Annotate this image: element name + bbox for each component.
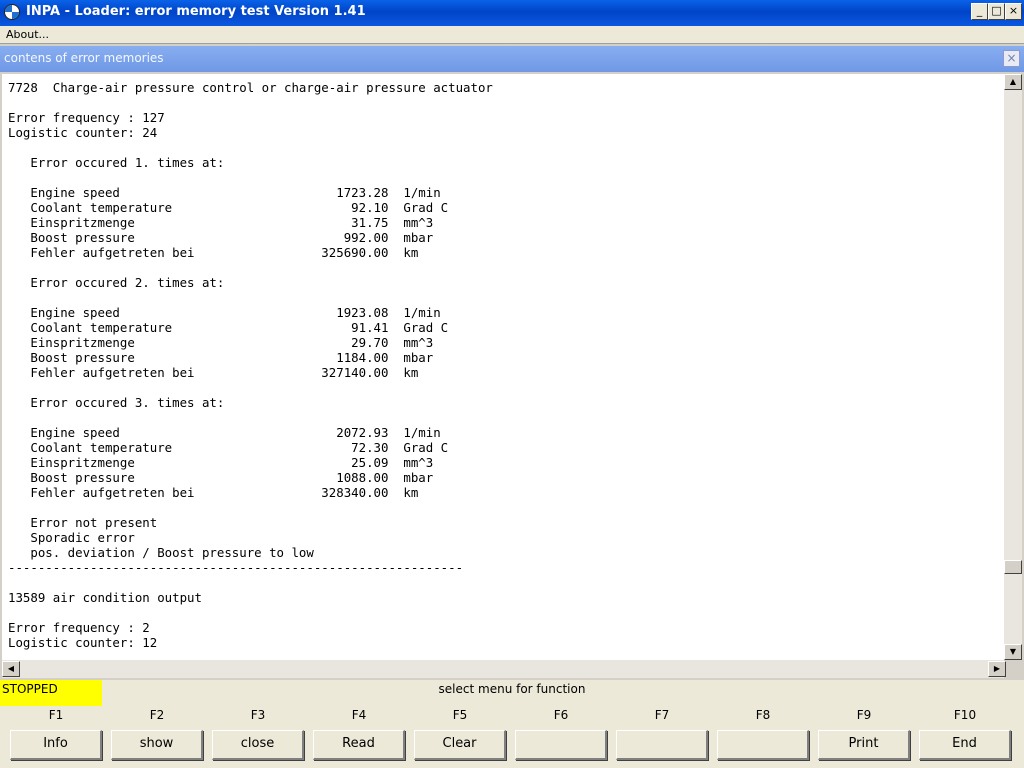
content-line: Coolant temperature 72.30 Grad C xyxy=(8,440,449,455)
content-line: Fehler aufgetreten bei 328340.00 km xyxy=(8,485,419,500)
content-line: Logistic counter: 24 xyxy=(8,125,158,140)
fkey-button-f7[interactable] xyxy=(616,730,708,760)
minimize-button[interactable]: _ xyxy=(971,3,988,20)
vertical-scrollbar[interactable]: ▲ ▼ xyxy=(1004,74,1022,660)
content-line: Boost pressure 1184.00 mbar xyxy=(8,350,434,365)
content-line: Einspritzmenge 25.09 mm^3 xyxy=(8,455,434,470)
child-window-title: contens of error memories xyxy=(4,51,164,65)
fkey-label-f5: F5 xyxy=(452,708,468,722)
vertical-scroll-thumb[interactable] xyxy=(1004,559,1022,574)
fkey-button-f8[interactable] xyxy=(717,730,809,760)
content-line: Sporadic error xyxy=(8,530,135,545)
fkey-label-f3: F3 xyxy=(250,708,266,722)
fkey-button-f5[interactable]: Clear xyxy=(414,730,506,760)
content-line: ----------------------------------------… xyxy=(8,560,464,575)
scroll-down-icon[interactable]: ▼ xyxy=(1004,644,1022,660)
title-bar: INPA - Loader: error memory test Version… xyxy=(0,0,1024,26)
content-line: Einspritzmenge 31.75 mm^3 xyxy=(8,215,434,230)
fkey-button-f4[interactable]: Read xyxy=(313,730,405,760)
window-title: INPA - Loader: error memory test Version… xyxy=(26,4,366,19)
content-line: Coolant temperature 92.10 Grad C xyxy=(8,200,449,215)
scroll-left-icon[interactable]: ◀ xyxy=(2,661,20,677)
menu-bar: About... xyxy=(0,26,1024,44)
child-title-bar: contens of error memories × xyxy=(0,46,1024,72)
maximize-button[interactable]: □ xyxy=(988,3,1005,20)
content-line: Error frequency : 2 xyxy=(8,620,150,635)
content-line: Boost pressure 992.00 mbar xyxy=(8,230,434,245)
fkey-label-f8: F8 xyxy=(755,708,771,722)
bmw-logo-icon xyxy=(4,4,20,20)
content-line: 7728 Charge-air pressure control or char… xyxy=(8,80,493,95)
content-line: Logistic counter: 12 xyxy=(8,635,158,650)
child-close-button[interactable]: × xyxy=(1003,50,1020,67)
function-panel: STOPPED select menu for function F1 Info F… xyxy=(0,680,1024,768)
content-line: Fehler aufgetreten bei 325690.00 km xyxy=(8,245,419,260)
scroll-right-icon[interactable]: ▶ xyxy=(988,661,1006,677)
fkey-label-f7: F7 xyxy=(654,708,670,722)
error-memory-text[interactable]: 7728 Charge-air pressure control or char… xyxy=(2,74,1004,660)
menu-about[interactable]: About... xyxy=(6,28,49,41)
fkey-label-f6: F6 xyxy=(553,708,569,722)
content-line: Error occured 3. times at: xyxy=(8,395,225,410)
fkey-button-f1[interactable]: Info xyxy=(10,730,102,760)
error-memory-window: contens of error memories × 7728 Charge-… xyxy=(0,46,1024,678)
horizontal-scrollbar[interactable]: ◀ ▶ xyxy=(2,660,1006,678)
fkey-button-f6[interactable] xyxy=(515,730,607,760)
content-line: Boost pressure 1088.00 mbar xyxy=(8,470,434,485)
fkey-label-f4: F4 xyxy=(351,708,367,722)
fkey-button-f3[interactable]: close xyxy=(212,730,304,760)
content-line: Coolant temperature 91.41 Grad C xyxy=(8,320,449,335)
content-line: Einspritzmenge 29.70 mm^3 xyxy=(8,335,434,350)
content-line: Error occured 1. times at: xyxy=(8,155,225,170)
fkey-label-f10: F10 xyxy=(953,708,977,722)
status-message: select menu for function xyxy=(438,682,586,696)
content-line: Error not present xyxy=(8,515,158,530)
content-line: pos. deviation / Boost pressure to low xyxy=(8,545,314,560)
fkey-button-f10[interactable]: End xyxy=(919,730,1011,760)
fkey-label-f9: F9 xyxy=(856,708,872,722)
content-line: Error occured 2. times at: xyxy=(8,275,225,290)
fkey-button-f2[interactable]: show xyxy=(111,730,203,760)
content-line: 13589 air condition output xyxy=(8,590,202,605)
fkey-label-f2: F2 xyxy=(149,708,165,722)
content-line: Error frequency : 127 xyxy=(8,110,165,125)
fkey-button-f9[interactable]: Print xyxy=(818,730,910,760)
content-line: Fehler aufgetreten bei 327140.00 km xyxy=(8,365,419,380)
close-button[interactable]: × xyxy=(1005,3,1022,20)
scroll-up-icon[interactable]: ▲ xyxy=(1004,74,1022,90)
content-line: Engine speed 1923.08 1/min xyxy=(8,305,441,320)
content-line: Engine speed 2072.93 1/min xyxy=(8,425,441,440)
content-line: Engine speed 1723.28 1/min xyxy=(8,185,441,200)
fkey-label-f1: F1 xyxy=(48,708,64,722)
